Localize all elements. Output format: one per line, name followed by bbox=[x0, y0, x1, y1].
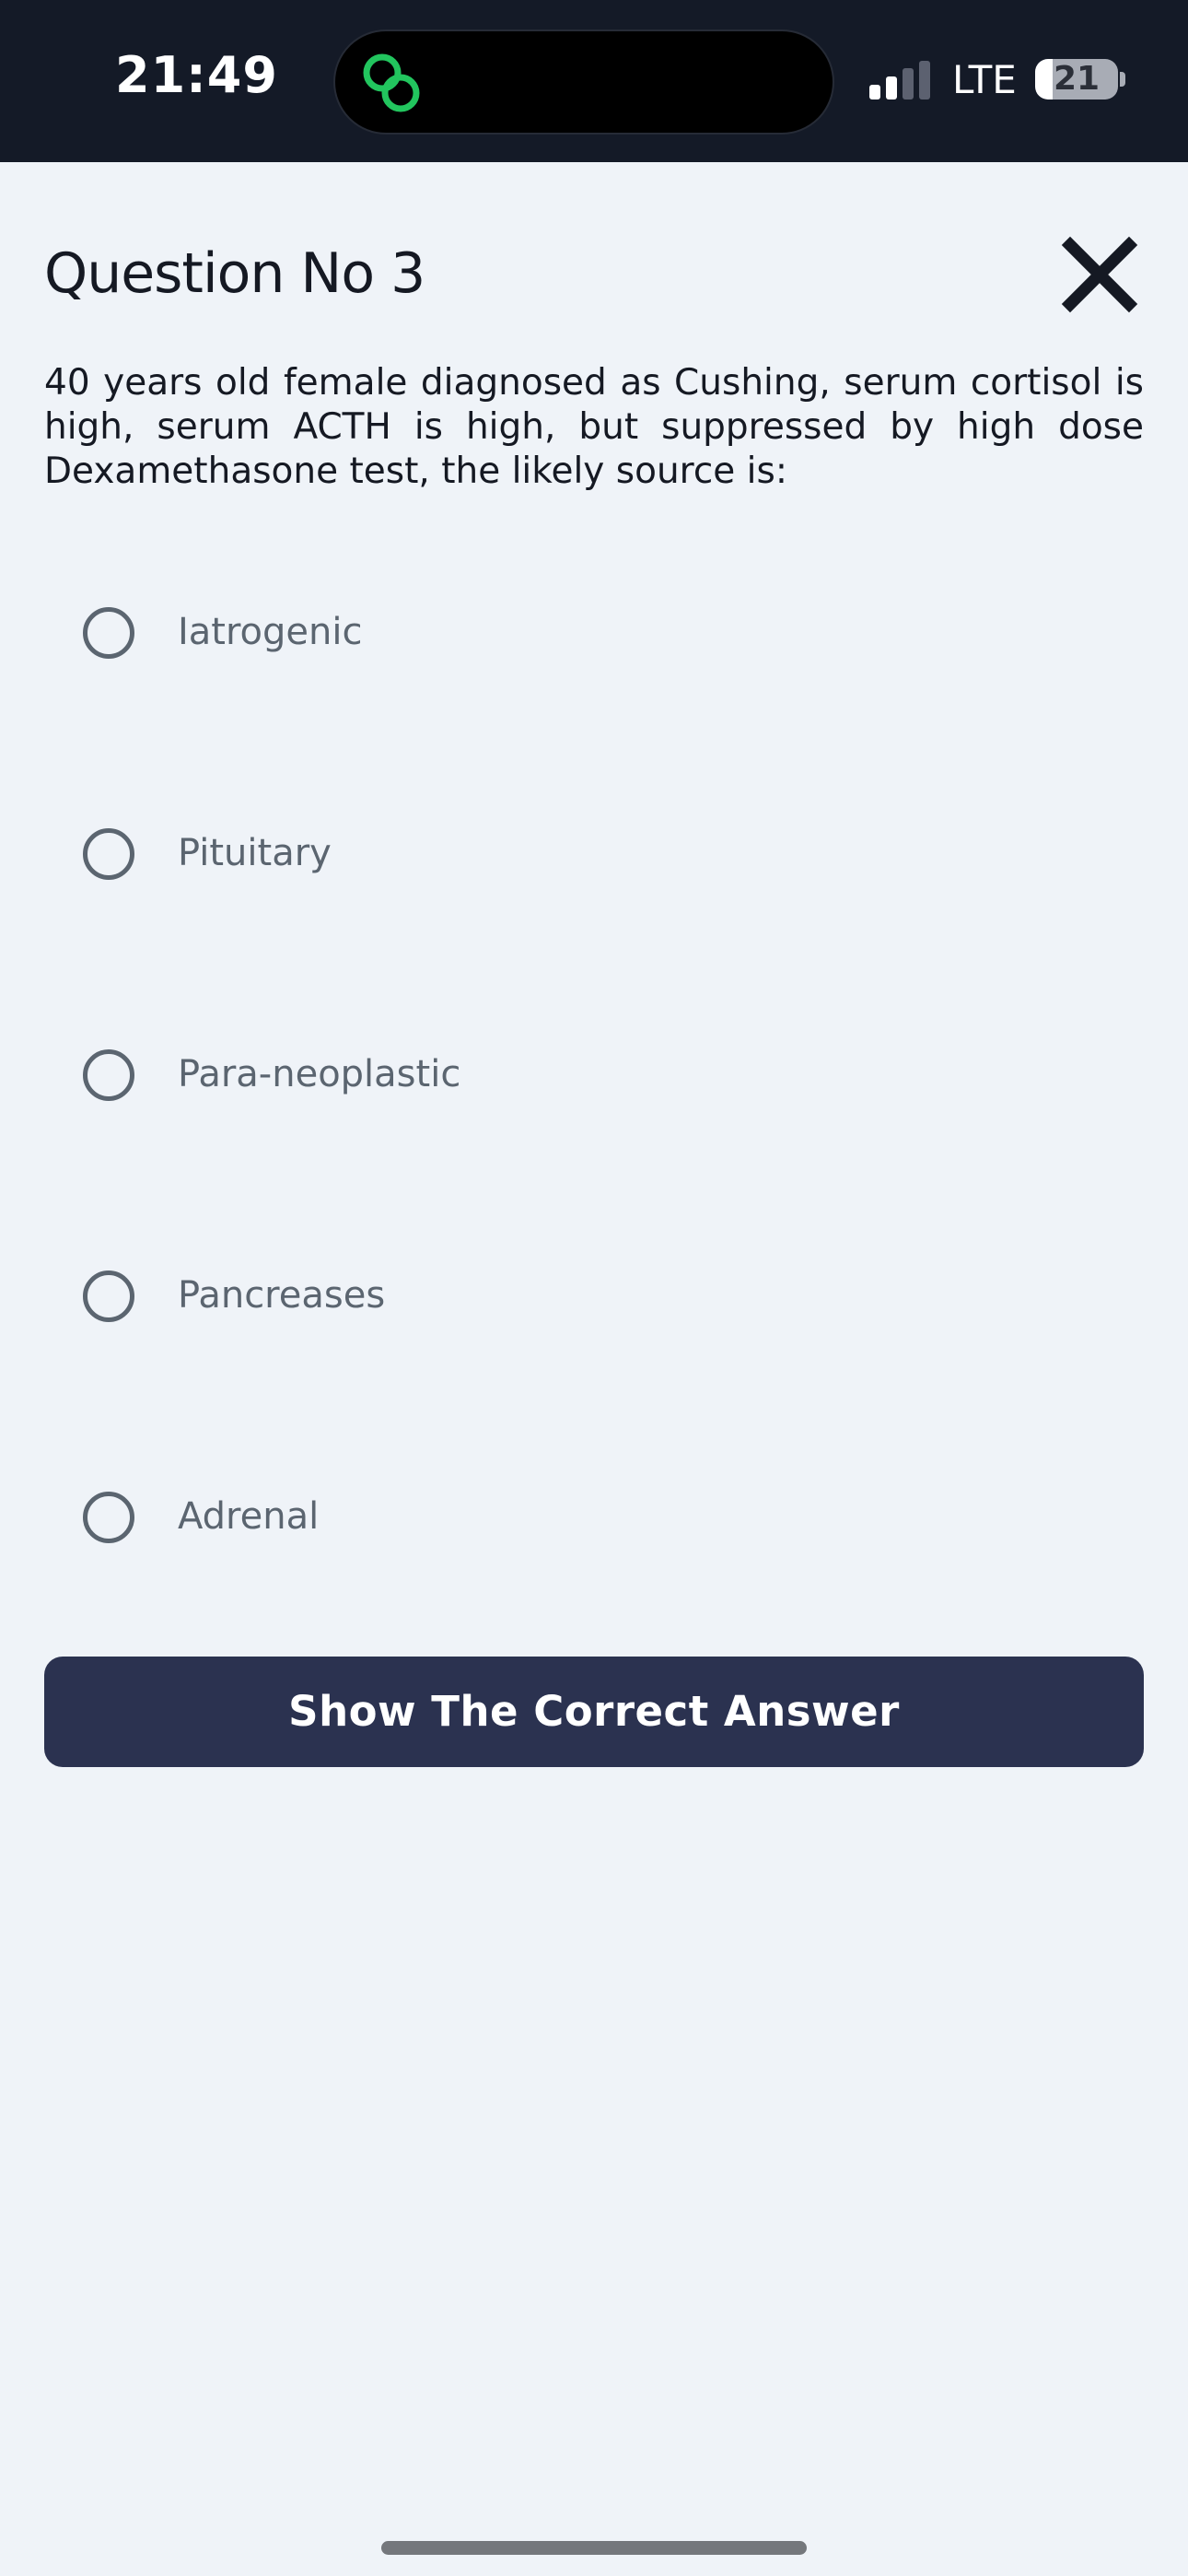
option-adrenal[interactable]: Adrenal bbox=[83, 1481, 728, 1554]
radio-button-icon[interactable] bbox=[83, 1049, 134, 1101]
dynamic-island bbox=[333, 29, 834, 135]
show-correct-answer-button[interactable]: Show The Correct Answer bbox=[44, 1657, 1144, 1767]
battery-nub bbox=[1120, 72, 1125, 87]
battery-icon: 21 bbox=[1035, 59, 1118, 100]
network-type: LTE bbox=[952, 57, 1017, 102]
option-label: Pituitary bbox=[178, 832, 332, 874]
option-label: Iatrogenic bbox=[178, 611, 363, 653]
radio-button-icon[interactable] bbox=[83, 828, 134, 880]
close-icon[interactable] bbox=[1061, 236, 1138, 313]
status-bar: 21:49 LTE 21 bbox=[0, 0, 1188, 162]
option-label: Para-neoplastic bbox=[178, 1053, 461, 1095]
battery-level: 21 bbox=[1053, 60, 1101, 98]
option-para-neoplastic[interactable]: Para-neoplastic bbox=[83, 1038, 728, 1112]
option-pituitary[interactable]: Pituitary bbox=[83, 817, 728, 891]
page-title: Question No 3 bbox=[44, 241, 425, 306]
option-iatrogenic[interactable]: Iatrogenic bbox=[83, 596, 728, 670]
status-time: 21:49 bbox=[115, 46, 278, 104]
radio-button-icon[interactable] bbox=[83, 1270, 134, 1322]
option-label: Adrenal bbox=[178, 1495, 320, 1538]
radio-button-icon[interactable] bbox=[83, 1492, 134, 1543]
option-label: Pancreases bbox=[178, 1274, 386, 1317]
option-pancreases[interactable]: Pancreases bbox=[83, 1259, 728, 1333]
home-indicator[interactable] bbox=[381, 2541, 807, 2555]
radio-button-icon[interactable] bbox=[83, 607, 134, 659]
signal-strength-icon bbox=[869, 61, 930, 100]
link-chain-icon bbox=[363, 53, 420, 112]
question-text: 40 years old female diagnosed as Cushing… bbox=[44, 362, 1144, 492]
